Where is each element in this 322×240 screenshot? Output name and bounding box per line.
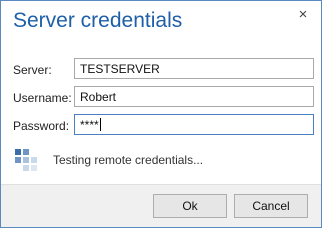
cancel-button[interactable]: Cancel bbox=[234, 194, 308, 218]
ok-button[interactable]: Ok bbox=[153, 194, 227, 218]
server-credentials-dialog: Server credentials × Server: TESTSERVER … bbox=[0, 0, 322, 228]
progress-squares-icon bbox=[15, 149, 37, 171]
username-value: Robert bbox=[80, 90, 117, 104]
status-text: Testing remote credentials... bbox=[53, 153, 204, 167]
username-label: Username: bbox=[13, 91, 72, 105]
close-icon[interactable]: × bbox=[295, 7, 311, 23]
password-field[interactable]: **** bbox=[74, 114, 314, 135]
dialog-footer: Ok Cancel bbox=[1, 184, 321, 227]
server-field[interactable]: TESTSERVER bbox=[74, 58, 314, 79]
server-value: TESTSERVER bbox=[80, 62, 160, 76]
password-label: Password: bbox=[13, 119, 70, 133]
dialog-title: Server credentials bbox=[13, 9, 183, 32]
username-field[interactable]: Robert bbox=[74, 86, 314, 107]
text-caret bbox=[99, 118, 101, 131]
password-value: **** bbox=[80, 118, 99, 132]
server-label: Server: bbox=[13, 63, 52, 77]
